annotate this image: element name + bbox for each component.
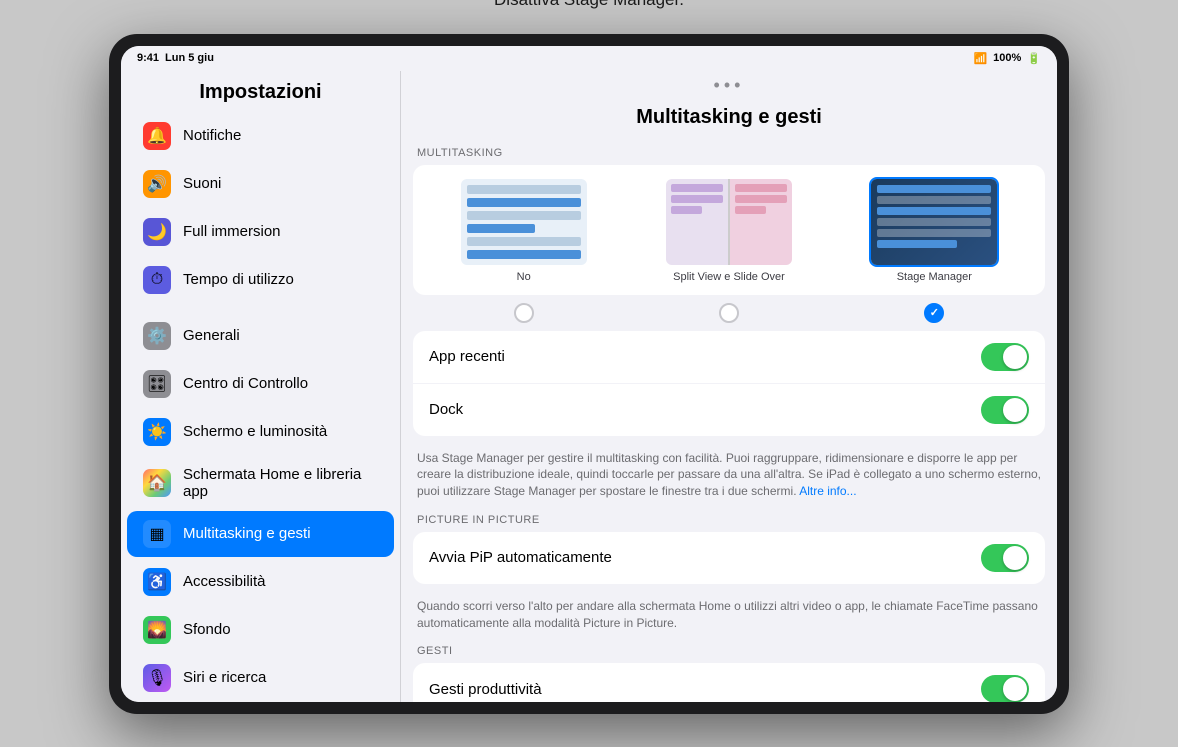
accessibilita-icon: ♿	[143, 568, 171, 596]
sidebar-item-siriricerca[interactable]: 🎙 Siri e ricerca	[127, 655, 394, 701]
status-right: 📶 100% 🔋	[973, 52, 1041, 65]
sidebar: Impostazioni 🔔 Notifiche 🔊 Suoni 🌙 Full …	[121, 71, 401, 702]
toggle-pip[interactable]	[981, 544, 1029, 572]
suoni-icon: 🔊	[143, 170, 171, 198]
sidebar-item-accessibilita[interactable]: ♿ Accessibilità	[127, 559, 394, 605]
mt-label-no: No	[517, 271, 531, 283]
mt-thumbnail-no	[459, 177, 589, 267]
toggle-label-pip: Avvia PiP automaticamente	[429, 549, 612, 566]
main-content: Impostazioni 🔔 Notifiche 🔊 Suoni 🌙 Full …	[121, 71, 1057, 702]
radio-wrapper-stage	[869, 303, 999, 323]
status-bar: 9:41 Lun 5 giu 📶 100% 🔋	[121, 46, 1057, 71]
siri-icon: 🎙	[143, 664, 171, 692]
schermata-icon: 🏠	[143, 469, 171, 497]
sidebar-item-label: Suoni	[183, 175, 221, 192]
section-gesti-label: GESTI	[401, 645, 1057, 663]
toggle-row-apprecenti: App recenti	[413, 331, 1045, 384]
sidebar-item-multitasking[interactable]: ▦ Multitasking e gesti	[127, 511, 394, 557]
section-pip-label: PICTURE IN PICTURE	[401, 514, 1057, 532]
detail-title: Multitasking e gesti	[401, 100, 1057, 143]
sidebar-item-label: Full immersion	[183, 223, 281, 240]
mt-label-stagemanager: Stage Manager	[897, 271, 972, 283]
dots-menu[interactable]: •••	[714, 75, 745, 96]
toggle-row-pip: Avvia PiP automaticamente	[413, 532, 1045, 584]
radio-stage[interactable]	[924, 303, 944, 323]
annotation-top: Disattiva Stage Manager.	[494, 0, 684, 10]
sidebar-item-notifiche[interactable]: 🔔 Notifiche	[127, 113, 394, 159]
detail-panel: ••• Multitasking e gesti MULTITASKING	[401, 71, 1057, 702]
toggle-row-dock: Dock	[413, 384, 1045, 436]
wifi-icon: 📶	[973, 52, 987, 65]
radio-split[interactable]	[719, 303, 739, 323]
mt-option-splitview[interactable]: Split View e Slide Over	[664, 177, 794, 283]
toggle-label-gesti: Gesti produttività	[429, 681, 542, 698]
generali-icon: ⚙️	[143, 322, 171, 350]
radio-wrapper-split	[664, 303, 794, 323]
sidebar-item-label: Sfondo	[183, 621, 231, 638]
battery-icon: 🔋	[1027, 52, 1041, 65]
schermo-icon: ☀️	[143, 418, 171, 446]
mt-thumbnail-stagemanager	[869, 177, 999, 267]
sidebar-item-label: Tempo di utilizzo	[183, 271, 294, 288]
sidebar-item-label: Schermata Home e libreria app	[183, 466, 378, 500]
sidebar-item-generali[interactable]: ⚙️ Generali	[127, 313, 394, 359]
sidebar-item-label: Multitasking e gesti	[183, 525, 311, 542]
gesti-card: Gesti produttività	[413, 663, 1045, 701]
multitasking-icon: ▦	[143, 520, 171, 548]
toggle-dock[interactable]	[981, 396, 1029, 424]
sidebar-item-centrodicontrollo[interactable]: 🎛 Centro di Controllo	[127, 361, 394, 407]
sidebar-item-label: Centro di Controllo	[183, 375, 308, 392]
mt-option-no[interactable]: No	[459, 177, 589, 283]
toggle-label-apprecenti: App recenti	[429, 348, 505, 365]
toggle-row-gesti: Gesti produttività	[413, 663, 1045, 701]
sidebar-item-label: Notifiche	[183, 127, 241, 144]
toggle-label-dock: Dock	[429, 401, 463, 418]
fullimmersion-icon: 🌙	[143, 218, 171, 246]
mt-thumbnail-splitview	[664, 177, 794, 267]
sidebar-item-suoni[interactable]: 🔊 Suoni	[127, 161, 394, 207]
toggle-apprecenti[interactable]	[981, 343, 1029, 371]
ipad-frame: 9:41 Lun 5 giu 📶 100% 🔋 Impostazioni 🔔	[109, 34, 1069, 714]
radio-no[interactable]	[514, 303, 534, 323]
sidebar-title: Impostazioni	[121, 71, 400, 112]
tempodutilizzo-icon: ⏱	[143, 266, 171, 294]
mt-option-stagemanager[interactable]: Stage Manager	[869, 177, 999, 283]
sidebar-item-sfondo[interactable]: 🌄 Sfondo	[127, 607, 394, 653]
radio-wrapper-no	[459, 303, 589, 323]
pip-card: Avvia PiP automaticamente	[413, 532, 1045, 584]
pip-description: Quando scorri verso l'alto per andare al…	[401, 592, 1057, 642]
time: 9:41	[137, 52, 159, 64]
notifiche-icon: 🔔	[143, 122, 171, 150]
multitasking-options: No	[413, 165, 1045, 295]
sidebar-item-tempodutilizzo[interactable]: ⏱ Tempo di utilizzo	[127, 257, 394, 303]
detail-top-bar: •••	[401, 71, 1057, 100]
centrodicontrollo-icon: 🎛	[143, 370, 171, 398]
toggle-gesti[interactable]	[981, 675, 1029, 701]
ipad-screen: 9:41 Lun 5 giu 📶 100% 🔋 Impostazioni 🔔	[121, 46, 1057, 702]
radio-row	[413, 299, 1045, 331]
sidebar-item-label: Accessibilità	[183, 573, 266, 590]
section-multitasking-label: MULTITASKING	[401, 147, 1057, 165]
sidebar-item-fullimmersion[interactable]: 🌙 Full immersion	[127, 209, 394, 255]
altre-info-link[interactable]: Altre info...	[799, 484, 856, 498]
sfondo-icon: 🌄	[143, 616, 171, 644]
sidebar-item-label: Schermo e luminosità	[183, 423, 327, 440]
date: Lun 5 giu	[165, 52, 214, 64]
mt-label-splitview: Split View e Slide Over	[673, 271, 785, 283]
status-left: 9:41 Lun 5 giu	[137, 52, 214, 64]
stage-description: Usa Stage Manager per gestire il multita…	[401, 444, 1057, 510]
sidebar-item-label: Siri e ricerca	[183, 669, 266, 686]
sidebar-item-schermo[interactable]: ☀️ Schermo e luminosità	[127, 409, 394, 455]
toggles-card: App recenti Dock	[413, 331, 1045, 436]
sidebar-item-label: Generali	[183, 327, 240, 344]
sidebar-item-schermata[interactable]: 🏠 Schermata Home e libreria app	[127, 457, 394, 509]
battery-label: 100%	[993, 52, 1021, 64]
